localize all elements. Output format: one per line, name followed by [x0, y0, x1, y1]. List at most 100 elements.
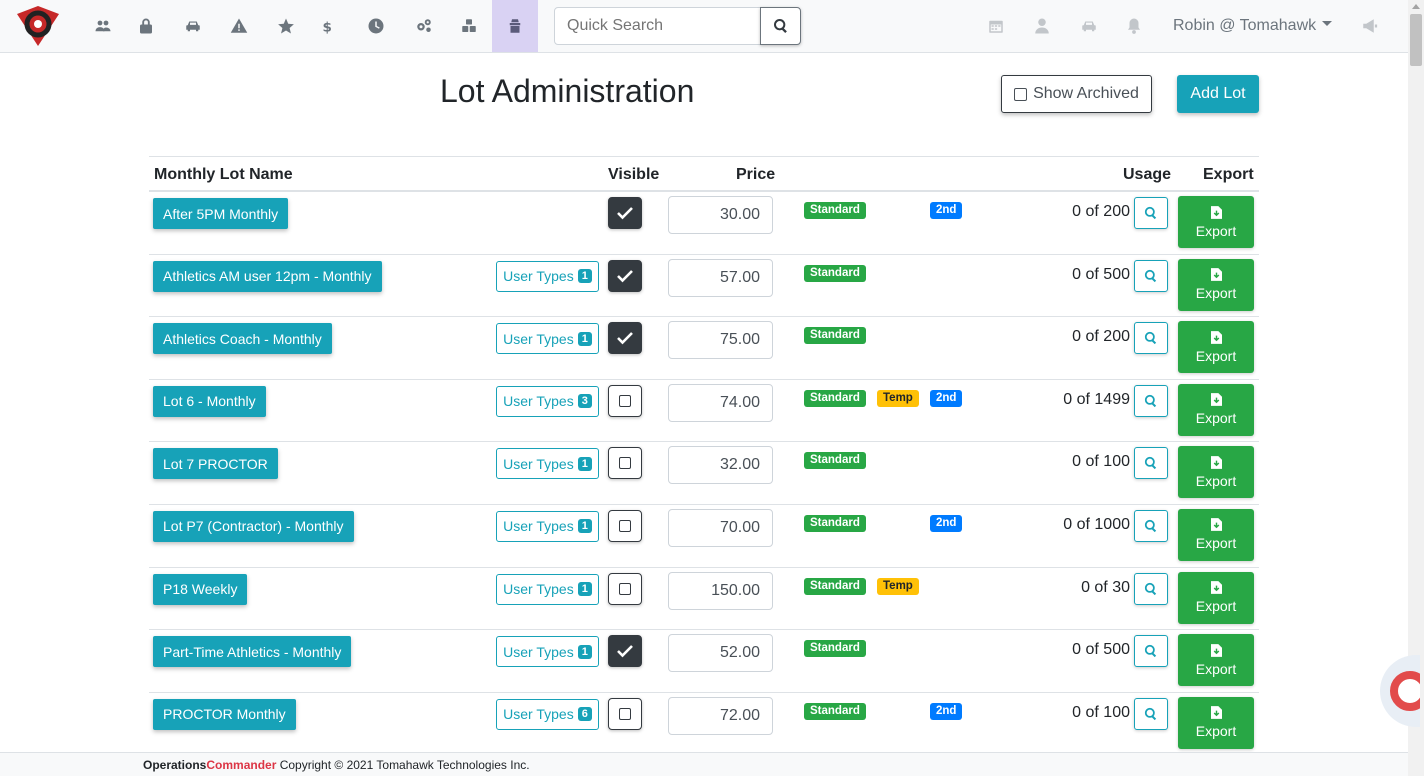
- visible-checkbox[interactable]: [608, 197, 642, 229]
- usage-search-button[interactable]: [1134, 509, 1168, 542]
- visible-checkbox[interactable]: [608, 635, 642, 668]
- visible-checkbox[interactable]: [608, 447, 642, 480]
- visible-checkbox[interactable]: [608, 509, 642, 542]
- export-label: Export: [1195, 472, 1237, 489]
- price-input[interactable]: 74.00: [668, 383, 773, 422]
- search-icon: [1144, 707, 1157, 720]
- usage-search-button[interactable]: [1134, 384, 1168, 417]
- usage-search-button[interactable]: [1134, 322, 1168, 355]
- export-button[interactable]: Export: [1178, 571, 1254, 624]
- visible-checkbox[interactable]: [608, 697, 642, 730]
- col-header-name: Monthly Lot Name: [154, 166, 293, 183]
- user-types-button[interactable]: User Types 1: [496, 573, 599, 605]
- unchecked-box-icon: [619, 457, 631, 470]
- lot-name-button[interactable]: After 5PM Monthly: [153, 198, 289, 229]
- visible-checkbox[interactable]: [608, 259, 642, 292]
- unchecked-box-icon: [619, 582, 631, 595]
- help-widget[interactable]: [1380, 655, 1420, 727]
- lot-name-button[interactable]: Lot P7 (Contractor) - Monthly: [153, 510, 354, 542]
- megaphone-icon[interactable]: [1347, 0, 1393, 52]
- user-types-label: User Types: [503, 455, 574, 472]
- clock-icon[interactable]: [353, 0, 399, 52]
- price-input[interactable]: 72.00: [668, 696, 773, 735]
- user-types-button[interactable]: User Types 6: [496, 698, 599, 730]
- search-icon: [1144, 206, 1157, 220]
- price-input[interactable]: 30.00: [668, 196, 773, 234]
- visible-checkbox[interactable]: [608, 572, 642, 605]
- second-badge: 2nd: [930, 389, 963, 407]
- add-lot-button[interactable]: Add Lot: [1177, 75, 1259, 113]
- search-icon: [1144, 645, 1157, 658]
- lot-name-button[interactable]: Athletics Coach - Monthly: [153, 323, 332, 355]
- export-button[interactable]: Export: [1178, 383, 1254, 436]
- unchecked-box-icon: [619, 519, 631, 532]
- quick-search-input[interactable]: [554, 7, 761, 45]
- standard-badge: Standard: [804, 327, 866, 345]
- price-input[interactable]: 52.00: [668, 634, 773, 673]
- lock-icon[interactable]: [123, 0, 169, 52]
- user-menu-dropdown[interactable]: Robin @ Tomahawk: [1173, 17, 1333, 35]
- file-download-icon: [1210, 518, 1222, 532]
- bell-icon[interactable]: [1111, 0, 1157, 52]
- calendar-icon[interactable]: [973, 0, 1019, 52]
- lot-name-button[interactable]: Lot 6 - Monthly: [153, 385, 266, 417]
- usage-search-button[interactable]: [1134, 447, 1168, 480]
- export-button[interactable]: Export: [1178, 446, 1254, 499]
- lot-name-button[interactable]: Part-Time Athletics - Monthly: [153, 636, 352, 668]
- cubes-icon[interactable]: [446, 0, 492, 52]
- export-button[interactable]: Export: [1178, 696, 1254, 749]
- check-icon: [617, 207, 633, 220]
- user-types-button[interactable]: User Types 1: [496, 510, 599, 542]
- usage-search-button[interactable]: [1134, 572, 1168, 605]
- standard-badge: Standard: [804, 452, 866, 470]
- price-input[interactable]: 32.00: [668, 446, 773, 485]
- usage-search-button[interactable]: [1134, 697, 1168, 730]
- visible-checkbox[interactable]: [608, 322, 642, 355]
- export-button[interactable]: Export: [1178, 508, 1254, 561]
- usage-search-button[interactable]: [1134, 635, 1168, 668]
- visible-checkbox[interactable]: [608, 384, 642, 417]
- car-icon[interactable]: [1066, 0, 1112, 52]
- user-types-label: User Types: [503, 268, 574, 285]
- lot-admin-icon[interactable]: [492, 0, 538, 52]
- export-button[interactable]: Export: [1178, 321, 1254, 374]
- search-button[interactable]: [760, 7, 801, 45]
- user-types-button[interactable]: User Types 1: [496, 323, 599, 355]
- user-types-button[interactable]: User Types 3: [496, 385, 599, 417]
- show-archived-button[interactable]: Show Archived: [1001, 75, 1152, 113]
- export-button[interactable]: Export: [1178, 196, 1254, 248]
- lifebuoy-icon: [1390, 671, 1420, 711]
- price-input[interactable]: 70.00: [668, 508, 773, 547]
- export-label: Export: [1195, 598, 1237, 615]
- user-types-button[interactable]: User Types 1: [496, 448, 599, 480]
- user-icon[interactable]: [1019, 0, 1065, 52]
- usage-search-button[interactable]: [1134, 259, 1168, 292]
- lot-name-button[interactable]: Athletics AM user 12pm - Monthly: [153, 260, 382, 292]
- usage-search-button[interactable]: [1134, 197, 1168, 229]
- operations-commander-logo[interactable]: [15, 4, 61, 48]
- export-button[interactable]: Export: [1178, 634, 1254, 687]
- star-icon[interactable]: [263, 0, 309, 52]
- file-download-icon: [1210, 455, 1222, 469]
- price-input[interactable]: 57.00: [668, 258, 773, 297]
- dollar-icon[interactable]: $: [304, 0, 350, 52]
- car-icon[interactable]: [170, 0, 216, 52]
- user-types-button[interactable]: User Types 1: [496, 636, 599, 668]
- col-header-visible: Visible: [608, 166, 660, 183]
- price-input[interactable]: 75.00: [668, 321, 773, 360]
- user-types-button[interactable]: User Types 1: [496, 260, 599, 292]
- table-row: Lot P7 (Contractor) - Monthly User Types 1…: [149, 505, 1259, 568]
- scroll-thumb[interactable]: [1410, 14, 1422, 66]
- warning-icon[interactable]: [216, 0, 262, 52]
- price-input[interactable]: 150.00: [668, 571, 773, 610]
- table-row: Lot 7 PROCTOR User Types 1 32.00 Standard 0 o…: [149, 442, 1259, 505]
- file-download-icon: [1210, 581, 1222, 594]
- export-button[interactable]: Export: [1178, 258, 1254, 311]
- scroll-up-arrow-icon[interactable]: [1412, 4, 1420, 9]
- cogs-icon[interactable]: [401, 0, 447, 52]
- search-icon: [1144, 269, 1157, 282]
- users-icon[interactable]: [80, 0, 126, 52]
- lot-name-button[interactable]: PROCTOR Monthly: [153, 698, 296, 730]
- lot-name-button[interactable]: Lot 7 PROCTOR: [153, 448, 278, 480]
- lot-name-button[interactable]: P18 Weekly: [153, 573, 248, 605]
